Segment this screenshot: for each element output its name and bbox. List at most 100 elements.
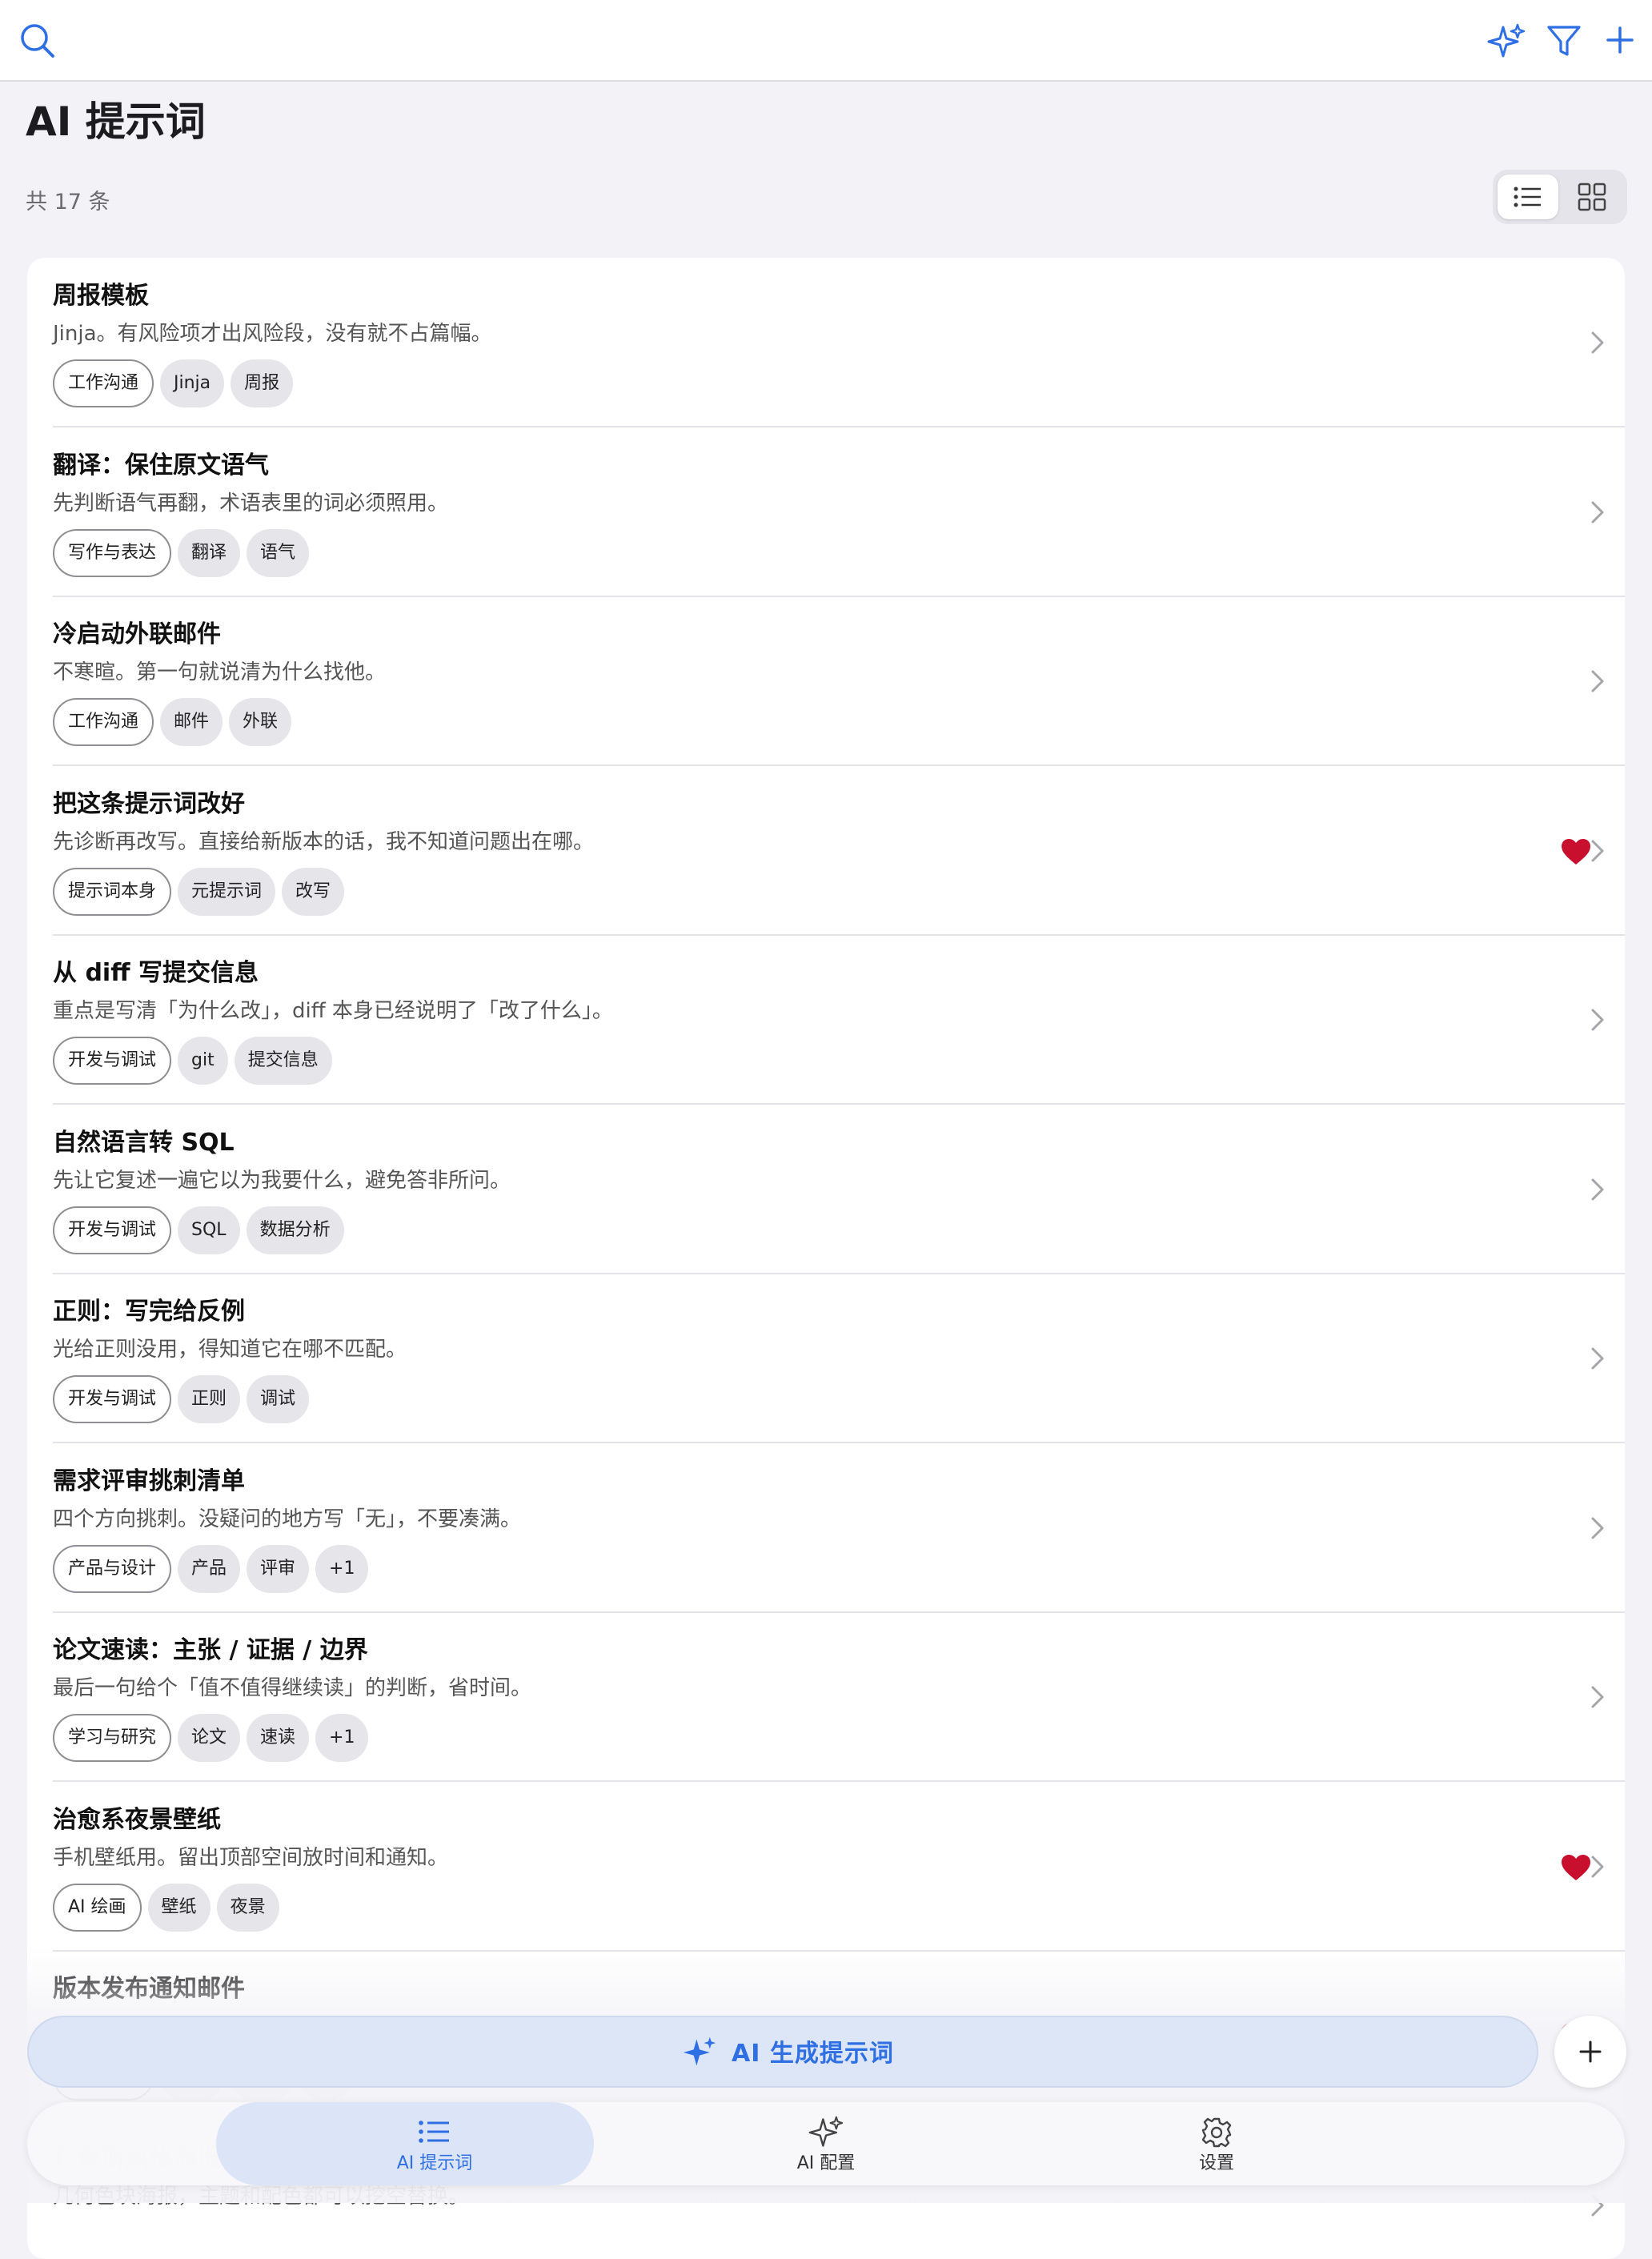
tag: 周报 <box>231 359 294 407</box>
add-prompt-button[interactable] <box>1554 2016 1626 2088</box>
grid-view-button[interactable] <box>1562 175 1622 219</box>
tab-label: 设置 <box>1198 2153 1234 2173</box>
sparkles-icon <box>683 2036 716 2066</box>
sparkles-icon[interactable] <box>1487 22 1526 61</box>
ai-generate-button[interactable]: AI 生成提示词 <box>27 2016 1538 2088</box>
prompt-row[interactable]: 需求评审挑刺清单 四个方向挑刺。没疑问的地方写「无」，不要凑满。 产品与设计 产品 评审… <box>27 1443 1625 1613</box>
list-icon <box>1514 187 1541 207</box>
prompt-title: 从 diff 写提交信息 <box>53 959 259 987</box>
tag: 评审 <box>247 1545 310 1593</box>
prompt-row[interactable]: 论文速读：主张 / 证据 / 边界最后一句给个「值不值得继续读」的判断，省时间。… <box>27 1612 1625 1782</box>
tag: 论文 <box>178 1714 241 1762</box>
prompt-row[interactable]: 冷启动外联邮件不寒暄。第一句就说清为什么找他。工作沟通 邮件 外联 <box>27 596 1625 766</box>
tag-list: 写作与表达 翻译 语气 <box>53 529 310 579</box>
prompt-title: 把这条提示词改好 <box>53 790 245 818</box>
category-tag: 写作与表达 <box>53 529 172 577</box>
prompt-description: 先判断语气再翻，术语表里的词必须照用。 <box>53 492 449 516</box>
chevron-right-icon <box>1591 840 1604 862</box>
category-tag: 开发与调试 <box>53 1206 172 1254</box>
category-tag: 开发与调试 <box>53 1375 172 1423</box>
tag: 语气 <box>247 529 310 577</box>
chevron-right-icon <box>1591 1686 1604 1708</box>
prompt-title: 翻译：保住原文语气 <box>53 451 269 479</box>
chevron-right-icon <box>1591 1517 1604 1539</box>
prompt-description: 先让它复述一遍它以为我要什么，避免答非所问。 <box>53 1169 511 1193</box>
prompt-description: 先诊断再改写。直接给新版本的话，我不知道问题出在哪。 <box>53 830 595 854</box>
plus-icon[interactable] <box>1606 26 1634 54</box>
tag-list: 开发与调试 git 提交信息 <box>53 1037 332 1086</box>
chevron-right-icon <box>1591 670 1604 692</box>
tag-list: 学习与研究 论文 速读 +1 <box>53 1714 369 1763</box>
tag: +1 <box>315 1714 369 1762</box>
prompt-row[interactable]: 治愈系夜景壁纸手机壁纸用。留出顶部空间放时间和通知。 AI 绘画 壁纸 夜景 <box>27 1782 1625 1952</box>
prompt-title: 周报模板 <box>53 282 149 310</box>
category-tag: 提示词本身 <box>53 868 172 916</box>
category-tag: 学习与研究 <box>53 1714 172 1762</box>
tab-label: AI 配置 <box>796 2153 856 2173</box>
prompt-title: 治愈系夜景壁纸 <box>53 1806 221 1834</box>
filter-icon[interactable] <box>1546 24 1582 58</box>
tag: 邮件 <box>160 698 223 746</box>
tag: 提交信息 <box>234 1037 332 1085</box>
chevron-right-icon <box>1591 1347 1604 1370</box>
tag-list: AI 绘画 壁纸 夜景 <box>53 1884 279 1933</box>
tag: 壁纸 <box>147 1884 211 1932</box>
list-view-button[interactable] <box>1498 175 1558 219</box>
prompt-row[interactable]: 从 diff 写提交信息重点是写清「为什么改」，diff 本身已经说明了「改了什… <box>27 935 1625 1105</box>
prompt-title: 论文速读：主张 / 证据 / 边界 <box>53 1636 368 1664</box>
chevron-right-icon <box>1591 1856 1604 1878</box>
tab-label: AI 提示词 <box>396 2153 473 2173</box>
tag: SQL <box>178 1206 240 1254</box>
prompt-row[interactable]: 正则：写完给反例光给正则没用，得知道它在哪不匹配。开发与调试 正则 调试 <box>27 1274 1625 1443</box>
prompt-row[interactable]: 自然语言转 SQL 先让它复述一遍它以为我要什么，避免答非所问。开发与调试 SQL 数… <box>27 1105 1625 1274</box>
category-tag: 开发与调试 <box>53 1037 172 1085</box>
prompt-description: 光给正则没用，得知道它在哪不匹配。 <box>53 1338 407 1362</box>
tag-list: 开发与调试 SQL 数据分析 <box>53 1206 344 1256</box>
tag: 改写 <box>282 868 345 916</box>
sparkles-icon <box>808 2116 844 2147</box>
category-tag: 工作沟通 <box>53 359 154 407</box>
page-title: AI 提示词 <box>26 98 206 145</box>
tag-list: 工作沟通 Jinja 周报 <box>53 359 294 409</box>
prompt-title: 正则：写完给反例 <box>53 1298 245 1326</box>
tag-list: 工作沟通 邮件 外联 <box>53 698 292 748</box>
prompt-title: 冷启动外联邮件 <box>53 620 221 648</box>
ai-generate-label: AI 生成提示词 <box>732 2040 894 2068</box>
prompt-description: 重点是写清「为什么改」，diff 本身已经说明了「改了什么」。 <box>53 999 613 1023</box>
tag: 速读 <box>247 1714 310 1762</box>
grid-icon <box>1578 183 1606 211</box>
top-toolbar <box>0 0 1652 82</box>
tag: 产品 <box>178 1545 241 1593</box>
tag-list: 提示词本身 元提示词 改写 <box>53 868 345 917</box>
tag: 数据分析 <box>246 1206 344 1254</box>
tag-list: 开发与调试 正则 调试 <box>53 1375 310 1425</box>
tab-ai-config[interactable]: AI 配置 <box>730 2102 922 2185</box>
chevron-right-icon <box>1591 501 1604 524</box>
category-tag: 产品与设计 <box>53 1545 172 1593</box>
favorite-heart-icon[interactable] <box>1561 1854 1591 1881</box>
tab-ai-prompts[interactable]: AI 提示词 <box>339 2102 531 2185</box>
chevron-right-icon <box>1591 1178 1604 1201</box>
search-icon[interactable] <box>19 22 56 59</box>
tag: 外联 <box>229 698 292 746</box>
prompt-description: 不寒暄。第一句就说清为什么找他。 <box>53 660 387 684</box>
prompt-row[interactable]: 翻译：保住原文语气先判断语气再翻，术语表里的词必须照用。写作与表达 翻译 语气 <box>27 427 1625 597</box>
tag: 夜景 <box>216 1884 279 1932</box>
prompt-description: 手机壁纸用。留出顶部空间放时间和通知。 <box>53 1846 449 1870</box>
tag: git <box>178 1037 228 1085</box>
tag: 正则 <box>178 1375 241 1423</box>
tag: +1 <box>315 1545 369 1593</box>
item-count: 共 17 条 <box>26 190 110 215</box>
plus-icon <box>1579 2040 1602 2063</box>
category-tag: 工作沟通 <box>53 698 154 746</box>
prompt-title: 自然语言转 SQL <box>53 1129 235 1157</box>
tag: 元提示词 <box>178 868 276 916</box>
favorite-heart-icon[interactable] <box>1561 838 1591 865</box>
prompt-description: Jinja。有风险项才出风险段，没有就不占篇幅。 <box>53 322 492 346</box>
tab-settings[interactable]: 设置 <box>1121 2102 1313 2185</box>
tag: 调试 <box>247 1375 310 1423</box>
chevron-right-icon <box>1591 331 1604 354</box>
prompt-row[interactable]: 把这条提示词改好先诊断再改写。直接给新版本的话，我不知道问题出在哪。提示词本身元… <box>27 766 1625 936</box>
prompt-row[interactable]: 周报模板 Jinja。有风险项才出风险段，没有就不占篇幅。工作沟通 Jinja 周报 <box>27 258 1625 427</box>
prompt-description: 最后一句给个「值不值得继续读」的判断，省时间。 <box>53 1676 532 1700</box>
